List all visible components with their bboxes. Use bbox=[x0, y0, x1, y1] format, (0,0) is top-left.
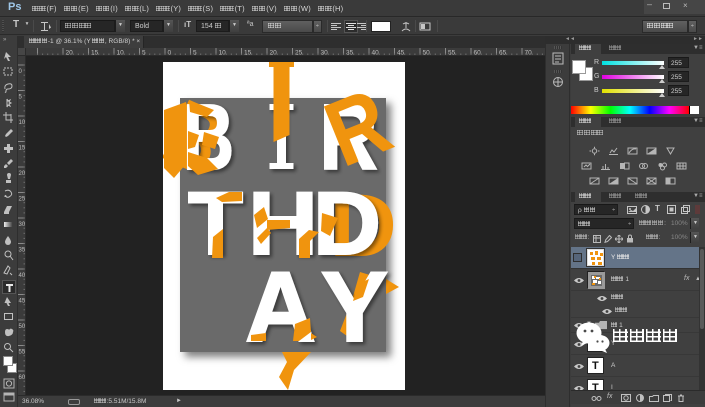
svg-text:45: 45 bbox=[19, 299, 26, 305]
svg-text:20: 20 bbox=[19, 171, 26, 177]
svg-text:40: 40 bbox=[19, 273, 26, 279]
svg-text:10: 10 bbox=[19, 120, 26, 126]
svg-text:35: 35 bbox=[19, 248, 26, 254]
svg-text:15: 15 bbox=[19, 146, 26, 152]
svg-text:25: 25 bbox=[19, 197, 26, 203]
svg-text:30: 30 bbox=[19, 222, 26, 228]
svg-text:55: 55 bbox=[19, 350, 26, 356]
svg-text:5: 5 bbox=[19, 95, 23, 101]
svg-text:0: 0 bbox=[19, 69, 23, 75]
svg-text:60: 60 bbox=[19, 375, 26, 381]
svg-text:50: 50 bbox=[19, 324, 26, 330]
svg-text:A: A bbox=[245, 251, 316, 362]
svg-text:Y: Y bbox=[321, 251, 388, 362]
